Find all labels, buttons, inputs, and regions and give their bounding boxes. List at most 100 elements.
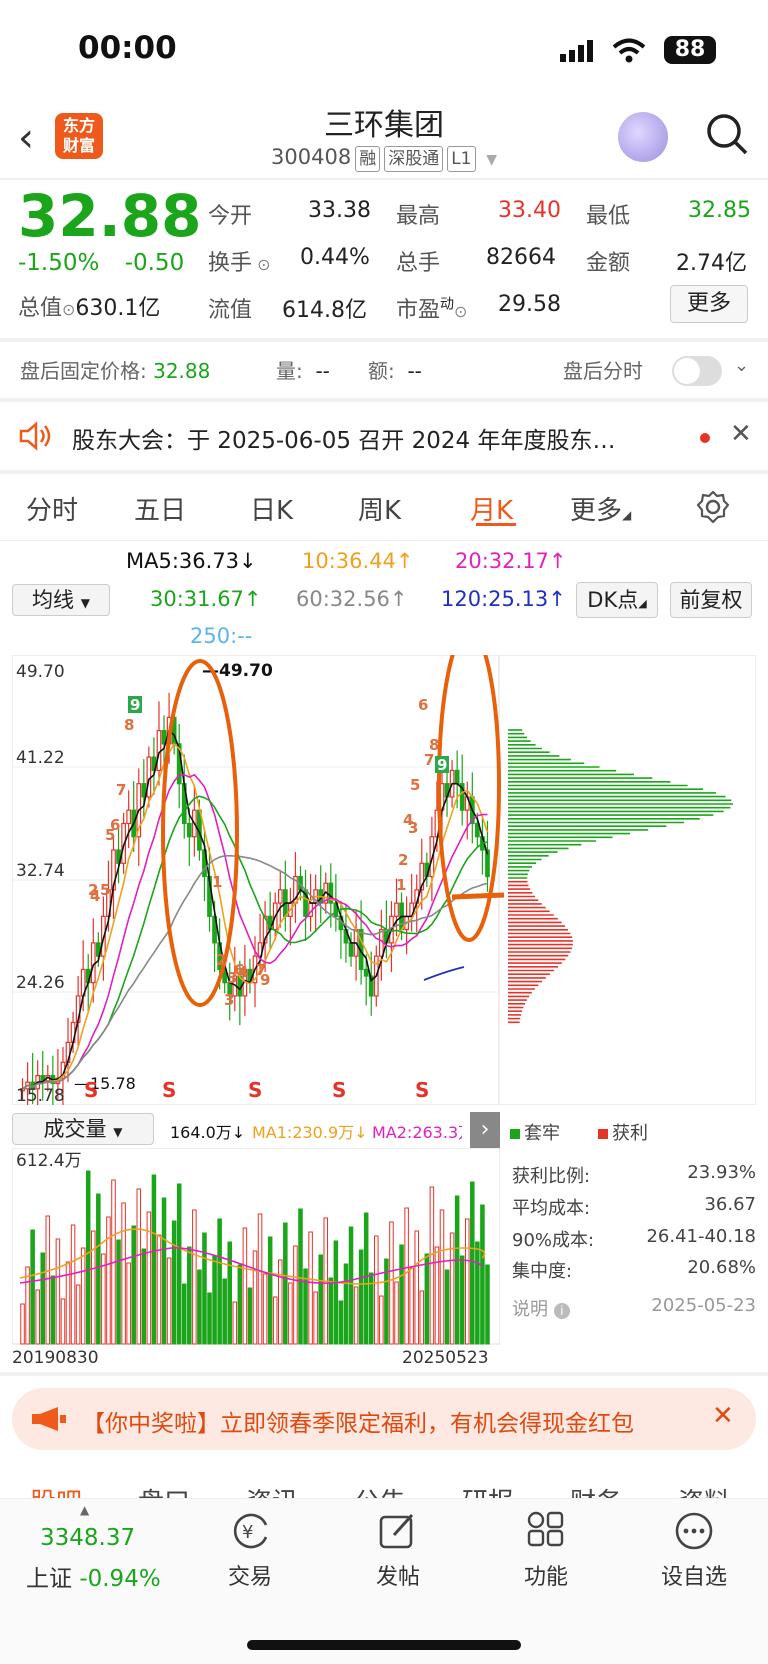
candle-body: [186, 822, 192, 838]
pe-label: 市盈动⊙: [396, 296, 468, 323]
volume-bar: [187, 1246, 192, 1345]
volume-bar: [176, 1183, 182, 1345]
volume-bar: [171, 1220, 177, 1345]
signal-number: 7: [116, 781, 126, 799]
volume-bar: [252, 1250, 258, 1345]
price-change: -1.50% -0.50: [18, 250, 184, 276]
signal-number: 6: [234, 961, 244, 979]
ma20-label: 20:32.17↑: [455, 549, 567, 573]
home-indicator: [247, 1640, 521, 1650]
dk-point-button[interactable]: DK点◢: [576, 582, 658, 618]
volume-chart[interactable]: 612.4万: [12, 1148, 500, 1348]
index-change[interactable]: 上证 -0.94%: [26, 1559, 161, 1593]
end-date: 20250523: [402, 1348, 489, 1368]
candle-body: [156, 730, 162, 772]
volume-bar: [328, 1277, 334, 1345]
after-hours-amt: 额: --: [368, 359, 422, 383]
ma-select[interactable]: 均线 ▼: [12, 584, 110, 616]
volume-bar: [353, 1286, 359, 1345]
volume-bar: [485, 1264, 490, 1345]
tab-monthly-k[interactable]: 月K: [470, 490, 513, 527]
candle-body: [277, 889, 283, 904]
signal-number: 5: [410, 776, 420, 794]
gear-icon[interactable]: [696, 490, 730, 524]
after-hours-price: 盘后固定价格: 32.88: [20, 359, 211, 383]
volume-bar: [25, 1266, 30, 1345]
stock-code: 300408: [271, 145, 352, 169]
volume-bar: [156, 1234, 162, 1345]
volume-value: 82664: [486, 245, 556, 270]
volume-bar: [202, 1232, 207, 1345]
candle-body: [348, 942, 354, 957]
wifi-icon: [612, 38, 646, 63]
s-marker: S: [248, 1078, 262, 1102]
adjust-button[interactable]: 前复权: [670, 582, 752, 618]
volume-bar: [181, 1283, 187, 1345]
index-value[interactable]: 3348.37: [40, 1525, 135, 1551]
volume-bar: [343, 1263, 349, 1345]
volume-max-label: 612.4万: [16, 1151, 82, 1171]
volume-bar: [358, 1249, 364, 1345]
y-label-bottom: 15.78: [16, 1086, 65, 1105]
volume-bar: [237, 1264, 243, 1345]
nav-function[interactable]: 功能: [496, 1559, 596, 1591]
chevron-right-icon[interactable]: ›: [470, 1112, 500, 1148]
volume-bar: [424, 1253, 430, 1345]
more-button[interactable]: 更多: [670, 285, 748, 323]
volume-bar: [272, 1296, 278, 1345]
chevron-up-icon[interactable]: ▲: [80, 1503, 89, 1517]
chevron-down-icon: ▼: [486, 152, 497, 168]
low-label: 最低: [586, 204, 631, 229]
pe-value: 29.58: [498, 292, 561, 317]
close-icon[interactable]: ✕: [712, 1401, 734, 1431]
volume-bar: [197, 1269, 202, 1345]
signal-number: 4: [403, 811, 413, 829]
volume-bar: [459, 1255, 465, 1345]
turnover-value: 0.44%: [300, 245, 370, 270]
candle-body: [394, 902, 399, 917]
chevron-down-icon[interactable]: ⌄: [734, 355, 749, 376]
assistant-avatar-icon[interactable]: [618, 112, 668, 162]
volume-bar: [278, 1259, 283, 1345]
ma5-label: MA5:36.73↓: [126, 549, 257, 573]
more-dots-icon[interactable]: [674, 1511, 714, 1551]
volume-bar: [75, 1284, 81, 1345]
promo-banner[interactable]: 【你中奖啦】立即领春季限定福利，有机会得现金红包 ✕: [12, 1388, 756, 1450]
nav-trade[interactable]: 交易: [200, 1559, 300, 1591]
signal-number: 6: [418, 696, 428, 714]
candle-body: [454, 769, 460, 785]
tab-five-day[interactable]: 五日: [134, 490, 186, 527]
close-icon[interactable]: ✕: [730, 419, 752, 449]
volume-bar: [298, 1208, 303, 1345]
volume-bar: [45, 1215, 51, 1345]
volume-bar: [379, 1295, 384, 1345]
search-icon[interactable]: [705, 112, 749, 156]
volume-bar: [363, 1212, 369, 1345]
signal-number: 5: [105, 826, 115, 844]
tab-daily-k[interactable]: 日K: [250, 490, 293, 527]
active-tab-underline: [476, 523, 516, 526]
float-value-label: 流值: [208, 298, 253, 323]
s-marker: S: [332, 1078, 346, 1102]
nav-post[interactable]: 发帖: [348, 1559, 448, 1591]
post-icon[interactable]: [378, 1511, 418, 1551]
volume-bar: [70, 1224, 76, 1345]
signal-number: 2: [216, 951, 226, 969]
candle-body: [363, 968, 369, 977]
function-icon[interactable]: [526, 1511, 566, 1551]
kline-chart[interactable]: 49.70 41.22 32.74 24.26 15.78 —49.70 —15…: [12, 655, 756, 1105]
nav-add-watchlist[interactable]: 设自选: [644, 1559, 744, 1591]
volume-select[interactable]: 成交量 ▼: [12, 1113, 154, 1145]
tab-intraday[interactable]: 分时: [26, 490, 78, 527]
chip-note[interactable]: 说明 i 2025-05-23: [512, 1295, 756, 1321]
tab-weekly-k[interactable]: 周K: [358, 490, 401, 527]
volume-bar: [35, 1289, 40, 1345]
notice-bar[interactable]: 股东大会：于 2025-06-05 召开 2024 年年度股东… ✕: [0, 405, 768, 469]
candle-body: [141, 783, 147, 798]
trade-icon[interactable]: ¥: [230, 1511, 272, 1551]
tab-more[interactable]: 更多◢: [570, 490, 631, 527]
amount-label: 金额: [586, 251, 631, 276]
volume-bar: [257, 1213, 263, 1345]
after-hours-toggle[interactable]: [672, 356, 722, 386]
notice-text: 股东大会：于 2025-06-05 召开 2024 年年度股东…: [72, 428, 616, 454]
